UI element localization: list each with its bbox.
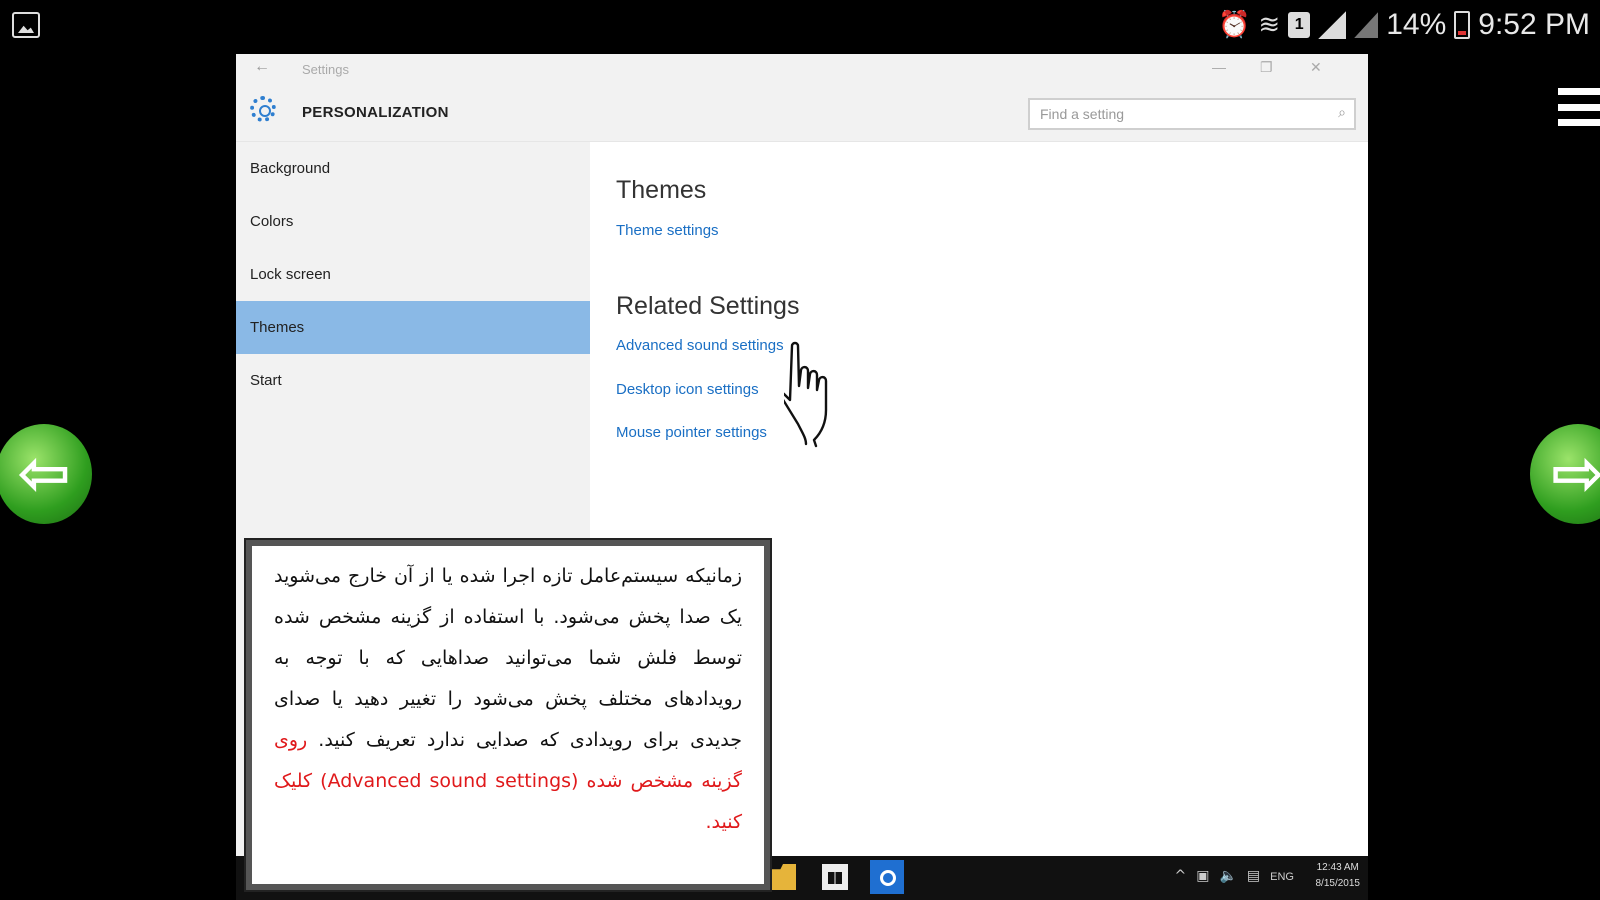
search-input[interactable]: [1030, 100, 1310, 128]
sim-icon: 1: [1288, 12, 1311, 38]
close-button[interactable]: ✕: [1310, 59, 1322, 76]
clock-date: 8/15/2015: [1315, 878, 1361, 889]
section-heading-themes: Themes: [616, 176, 707, 204]
clock-time: 12:43 AM: [1316, 862, 1359, 873]
window-title: Settings: [302, 62, 349, 77]
menu-icon[interactable]: [1558, 88, 1600, 126]
signal-icon: [1318, 11, 1347, 39]
menu-line: [1558, 88, 1600, 95]
language-indicator[interactable]: ENG: [1270, 871, 1294, 884]
arrow-left-icon: ⇦: [17, 437, 71, 511]
store-icon[interactable]: [822, 864, 848, 890]
sidebar-item-lock-screen[interactable]: Lock screen: [236, 248, 590, 301]
gear-icon: [250, 96, 276, 122]
back-arrow-icon[interactable]: ←: [254, 58, 270, 76]
search-icon[interactable]: ⌕: [1338, 104, 1346, 121]
minimize-button[interactable]: —: [1212, 59, 1226, 75]
instruction-note: زمانیکه سیستم‌عامل تازه اجرا شده یا از آ…: [246, 540, 770, 890]
search-box[interactable]: ⌕: [1028, 98, 1356, 130]
theme-settings-link[interactable]: Theme settings: [616, 222, 719, 239]
note-paragraph: زمانیکه سیستم‌عامل تازه اجرا شده یا از آ…: [274, 556, 742, 843]
volume-icon[interactable]: 🔈: [1219, 868, 1236, 884]
maximize-button[interactable]: ❐: [1260, 59, 1273, 76]
section-heading-related: Related Settings: [616, 292, 800, 320]
battery-percent: 14%: [1386, 8, 1447, 41]
sidebar-item-start[interactable]: Start: [236, 354, 590, 407]
chevron-up-icon[interactable]: ^: [1175, 868, 1187, 884]
file-explorer-icon[interactable]: [770, 864, 796, 890]
title-bar: ← Settings — ❐ ✕: [236, 54, 1368, 84]
notification-icon[interactable]: ▤: [1247, 868, 1260, 884]
taskbar-clock[interactable]: 12:43 AM 8/15/2015: [1316, 860, 1361, 892]
alarm-icon: ⏰: [1218, 10, 1251, 40]
note-text: زمانیکه سیستم‌عامل تازه اجرا شده یا از آ…: [274, 565, 743, 751]
wifi-icon: ≋: [1258, 10, 1281, 40]
settings-header: PERSONALIZATION ⌕: [236, 84, 1368, 142]
battery-icon: [1454, 11, 1471, 39]
sidebar-item-colors[interactable]: Colors: [236, 195, 590, 248]
status-time: 9:52 PM: [1478, 8, 1590, 41]
sidebar-item-background[interactable]: Background: [236, 142, 590, 195]
desktop-icon-settings-link[interactable]: Desktop icon settings: [616, 381, 759, 398]
gallery-icon: [12, 12, 40, 38]
next-arrow-button[interactable]: ⇨: [1530, 424, 1600, 524]
hand-pointer-icon: [784, 341, 828, 448]
menu-line: [1558, 119, 1600, 126]
status-icons: ⏰ ≋ 1 14% 9:52 PM: [1218, 8, 1590, 42]
signal-secondary-icon: [1354, 12, 1379, 38]
arrow-right-icon: ⇨: [1551, 437, 1600, 511]
page-title: PERSONALIZATION: [302, 104, 449, 121]
system-tray: ^ ▣ 🔈 ▤ ENG: [1175, 868, 1294, 884]
menu-line: [1558, 103, 1600, 111]
advanced-sound-settings-link[interactable]: Advanced sound settings: [616, 337, 784, 354]
network-icon[interactable]: ▣: [1196, 868, 1209, 884]
mouse-pointer-settings-link[interactable]: Mouse pointer settings: [616, 424, 767, 441]
status-bar: ⏰ ≋ 1 14% 9:52 PM: [0, 0, 1600, 50]
settings-app-icon[interactable]: [870, 860, 904, 894]
previous-arrow-button[interactable]: ⇦: [0, 424, 92, 524]
sidebar-item-themes[interactable]: Themes: [236, 301, 590, 354]
